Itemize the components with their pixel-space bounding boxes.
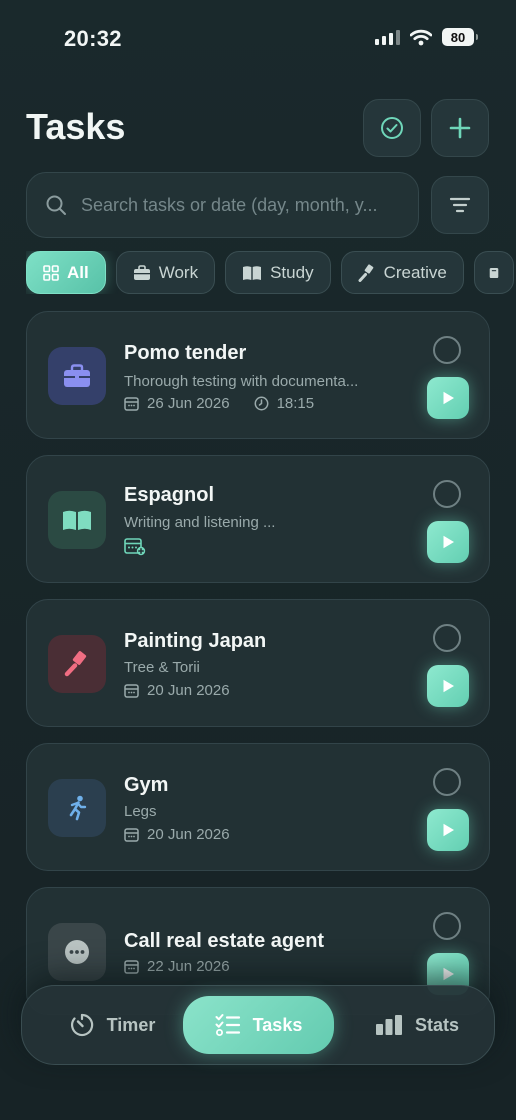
task-category-icon — [48, 923, 106, 981]
plus-icon — [449, 117, 471, 139]
task-date: 22 Jun 2026 — [147, 958, 230, 975]
nav-label: Stats — [414, 1014, 459, 1035]
task-description: Thorough testing with documenta... — [124, 373, 359, 390]
book-icon — [243, 265, 262, 280]
chip-work[interactable]: Work — [115, 251, 216, 294]
calendar-icon — [124, 397, 139, 411]
task-date: 20 Jun 2026 — [147, 826, 230, 843]
status-indicators: 80 — [375, 28, 478, 46]
check-circle-icon — [381, 117, 403, 139]
briefcase-icon — [133, 264, 150, 280]
chip-label: Study — [270, 262, 314, 282]
running-icon — [69, 795, 87, 821]
task-meta: 20 Jun 2026 — [124, 826, 230, 843]
task-card[interactable]: Painting Japan Tree & Torii 20 Jun 2026 — [26, 599, 490, 727]
chip-creative[interactable]: Creative — [340, 251, 464, 294]
wifi-icon — [410, 29, 432, 45]
completed-tasks-button[interactable] — [363, 99, 421, 157]
task-complete-checkbox[interactable] — [433, 768, 461, 796]
calendar-icon — [124, 684, 139, 698]
task-start-button[interactable] — [427, 809, 469, 851]
task-start-button[interactable] — [427, 377, 469, 419]
chip-label: Work — [158, 262, 199, 282]
play-icon — [443, 679, 454, 693]
page-title: Tasks — [26, 106, 126, 147]
task-complete-checkbox[interactable] — [433, 912, 461, 940]
bottom-navigation: Timer Tasks Stats — [21, 985, 495, 1065]
bar-chart-icon — [375, 1015, 402, 1035]
task-card[interactable]: Pomo tender Thorough testing with docume… — [26, 311, 490, 439]
cellular-signal-icon — [375, 29, 400, 45]
book-open-icon — [63, 510, 91, 530]
task-description: Tree & Torii — [124, 659, 200, 676]
task-title: Painting Japan — [124, 630, 267, 652]
chip-label: Creative — [383, 262, 447, 282]
task-start-button[interactable] — [427, 521, 469, 563]
nav-tasks[interactable]: Tasks — [183, 996, 334, 1054]
task-complete-checkbox[interactable] — [433, 336, 461, 364]
chip-personal[interactable] — [473, 251, 514, 294]
battery-indicator: 80 — [442, 28, 478, 46]
task-card[interactable]: Gym Legs 20 Jun 2026 — [26, 743, 490, 871]
task-start-button[interactable] — [427, 665, 469, 707]
add-task-button[interactable] — [431, 99, 489, 157]
checklist-icon — [215, 1014, 240, 1036]
task-category-icon — [48, 491, 106, 549]
nav-stats[interactable]: Stats — [352, 996, 482, 1054]
task-complete-checkbox[interactable] — [433, 624, 461, 652]
task-meta: 22 Jun 2026 — [124, 958, 230, 975]
task-category-icon — [48, 347, 106, 405]
filter-button[interactable] — [431, 176, 489, 234]
nav-timer[interactable]: Timer — [42, 996, 182, 1054]
play-icon — [443, 391, 454, 405]
play-icon — [443, 967, 454, 981]
category-chips: All Work Study Creative — [26, 251, 516, 294]
calendar-add-icon — [124, 538, 146, 556]
notebook-icon — [489, 267, 499, 278]
brush-icon — [358, 263, 373, 282]
nav-label: Timer — [106, 1014, 156, 1035]
task-category-icon — [48, 635, 106, 693]
search-icon — [46, 195, 66, 215]
task-meta: 26 Jun 2026 18:15 — [124, 395, 314, 412]
chip-study[interactable]: Study — [225, 251, 331, 294]
briefcase-icon — [64, 364, 90, 387]
timer-icon — [70, 1013, 93, 1037]
task-description: Writing and listening ... — [124, 514, 276, 531]
task-description: Legs — [124, 803, 157, 820]
play-icon — [443, 535, 454, 549]
calendar-icon — [124, 960, 139, 974]
task-title: Call real estate agent — [124, 930, 325, 952]
brush-icon — [64, 651, 87, 677]
grid-icon — [43, 264, 59, 281]
task-meta — [124, 537, 146, 556]
filter-icon — [449, 197, 471, 213]
more-icon — [65, 940, 89, 964]
task-date: 26 Jun 2026 — [147, 395, 230, 412]
task-date: 20 Jun 2026 — [147, 682, 230, 699]
task-category-icon — [48, 779, 106, 837]
task-meta: 20 Jun 2026 — [124, 682, 230, 699]
task-card[interactable]: Espagnol Writing and listening ... — [26, 455, 490, 583]
status-time: 20:32 — [64, 26, 122, 51]
search-bar — [26, 172, 419, 238]
search-input[interactable] — [81, 194, 418, 216]
task-time: 18:15 — [276, 395, 315, 412]
clock-icon — [254, 396, 269, 411]
task-title: Gym — [124, 774, 169, 796]
task-title: Espagnol — [124, 484, 215, 506]
play-icon — [443, 823, 454, 837]
status-bar: 20:32 80 — [0, 0, 516, 78]
nav-label: Tasks — [252, 1014, 303, 1035]
task-complete-checkbox[interactable] — [433, 480, 461, 508]
task-title: Pomo tender — [124, 342, 247, 364]
chip-all[interactable]: All — [26, 251, 106, 294]
tasks-screen: 20:32 80 Tasks Search tasks or date (day… — [0, 0, 516, 1120]
chip-label: All — [67, 262, 89, 282]
calendar-icon — [124, 828, 139, 842]
